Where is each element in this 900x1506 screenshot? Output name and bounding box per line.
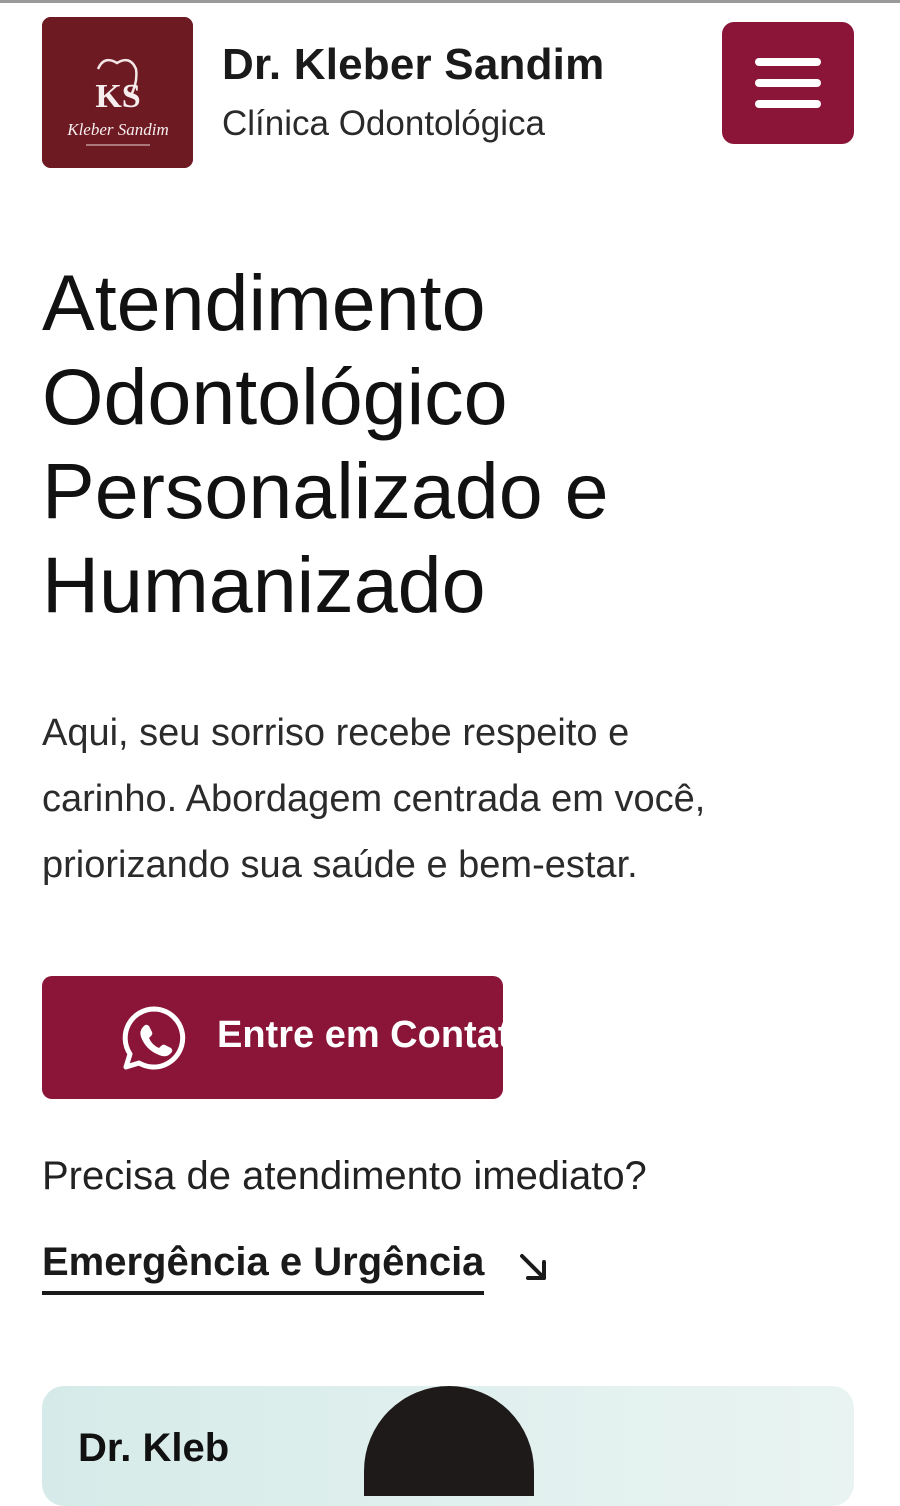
clinic-logo[interactable]: KS Kleber Sandim	[42, 17, 193, 168]
hero-description-line: priorizando sua saúde e bem-estar.	[42, 844, 638, 886]
logo-mark: KS Kleber Sandim	[42, 17, 193, 168]
doctor-card[interactable]: Dr. Kleb	[42, 1386, 854, 1506]
doctor-photo	[364, 1386, 534, 1496]
hero-description-line: carinho. Abordagem centrada em você,	[42, 778, 706, 820]
emergency-link[interactable]: Emergência e Urgência	[42, 1240, 485, 1295]
brand-subtitle: Clínica Odontológica	[222, 104, 545, 143]
doctor-card-name: Dr. Kleb	[78, 1426, 230, 1470]
menu-button[interactable]	[722, 22, 854, 144]
whatsapp-icon	[122, 1006, 186, 1070]
arrow-down-right-icon[interactable]	[516, 1250, 550, 1284]
hamburger-bar	[755, 79, 821, 87]
hero-title-line: Personalizado e	[42, 446, 609, 535]
hero-description-line: Aqui, seu sorriso recebe respeito e	[42, 712, 630, 754]
hero-title-line: Odontológico	[42, 352, 508, 441]
contact-button-label: Entre em Contato	[217, 1014, 534, 1056]
site-header: KS Kleber Sandim Dr. Kleber Sandim Clíni…	[0, 0, 900, 190]
contact-button[interactable]: Entre em Contato	[42, 976, 534, 1099]
hero-description: Aqui, seu sorriso recebe respeito e cari…	[42, 700, 822, 898]
hero-title-line: Humanizado	[42, 540, 486, 629]
hero-title-line: Atendimento	[42, 258, 486, 347]
hamburger-menu-icon	[755, 58, 821, 66]
logo-script: Kleber Sandim	[66, 120, 169, 139]
urgent-question: Precisa de atendimento imediato?	[42, 1154, 647, 1198]
hamburger-bar	[755, 100, 821, 108]
brand-name[interactable]: Dr. Kleber Sandim	[222, 40, 604, 90]
hero-title: Atendimento Odontológico Personalizado e…	[42, 256, 862, 632]
logo-monogram: KS	[95, 78, 140, 115]
